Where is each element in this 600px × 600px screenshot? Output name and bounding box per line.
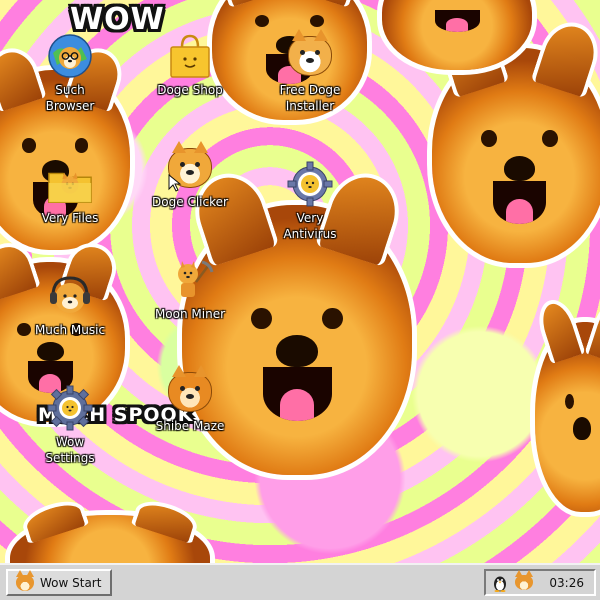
desktop-icon-very-antivirus[interactable]: Very Antivirus [264, 160, 356, 242]
doge-glasses-globe-icon [46, 32, 94, 80]
start-button[interactable]: Wow Start [6, 569, 112, 596]
wallpaper-doge-head [432, 48, 600, 263]
penguin-icon[interactable] [490, 573, 510, 593]
shibe-icon[interactable] [514, 570, 534, 593]
wallpaper-doge-head [182, 205, 412, 475]
pickaxe-icon [166, 256, 214, 304]
headphones-icon [46, 272, 94, 320]
shibe-icon [16, 569, 34, 591]
shibe-installer-icon [286, 29, 334, 80]
doge-cursor-icon [166, 141, 214, 192]
desktop-icon-label: Shibe Maze [155, 419, 225, 433]
wallpaper-doge-head [535, 322, 600, 512]
gear-icon [46, 384, 94, 432]
taskbar: Wow Start 03:26 [0, 563, 600, 600]
desktop-icon-doge-shop[interactable]: Doge Shop [144, 32, 236, 98]
desktop-icon-label: Free Doge Installer [279, 83, 341, 113]
desktop-icon-label: Such Browser [45, 83, 95, 113]
start-button-label: Wow Start [40, 575, 102, 590]
desktop-icon-shibe-maze[interactable]: Shibe Maze [144, 365, 236, 434]
desktop-icon-label: Moon Miner [154, 307, 226, 321]
desktop[interactable]: WOW MUCH SPOOK Such Browser Doge Shop Fr… [0, 0, 600, 563]
system-tray: 03:26 [484, 569, 596, 596]
desktop-icon-such-browser[interactable]: Such Browser [24, 32, 116, 114]
shopping-bag-icon [166, 32, 214, 80]
folder-icon [46, 160, 94, 208]
desktop-icon-label: Wow Settings [45, 435, 95, 465]
desktop-icon-very-files[interactable]: Very Files [24, 160, 116, 226]
wallpaper-doge-head [10, 515, 210, 563]
gear-shield-icon [286, 160, 334, 208]
desktop-icon-label: Very Antivirus [283, 211, 337, 241]
desktop-icon-wow-settings[interactable]: Wow Settings [24, 384, 116, 466]
desktop-icon-much-music[interactable]: Much Music [24, 272, 116, 338]
desktop-icon-label: Much Music [34, 323, 106, 337]
desktop-icon-free-doge-installer[interactable]: Free Doge Installer [264, 29, 356, 114]
desktop-icon-doge-clicker[interactable]: Doge Clicker [144, 141, 236, 210]
desktop-icon-label: Very Files [41, 211, 99, 225]
desktop-icon-moon-miner[interactable]: Moon Miner [144, 256, 236, 322]
clock[interactable]: 03:26 [549, 576, 584, 590]
desktop-icon-label: Doge Clicker [152, 195, 228, 209]
desktop-icon-label: Doge Shop [157, 83, 223, 97]
maze-shibe-icon [166, 365, 214, 416]
